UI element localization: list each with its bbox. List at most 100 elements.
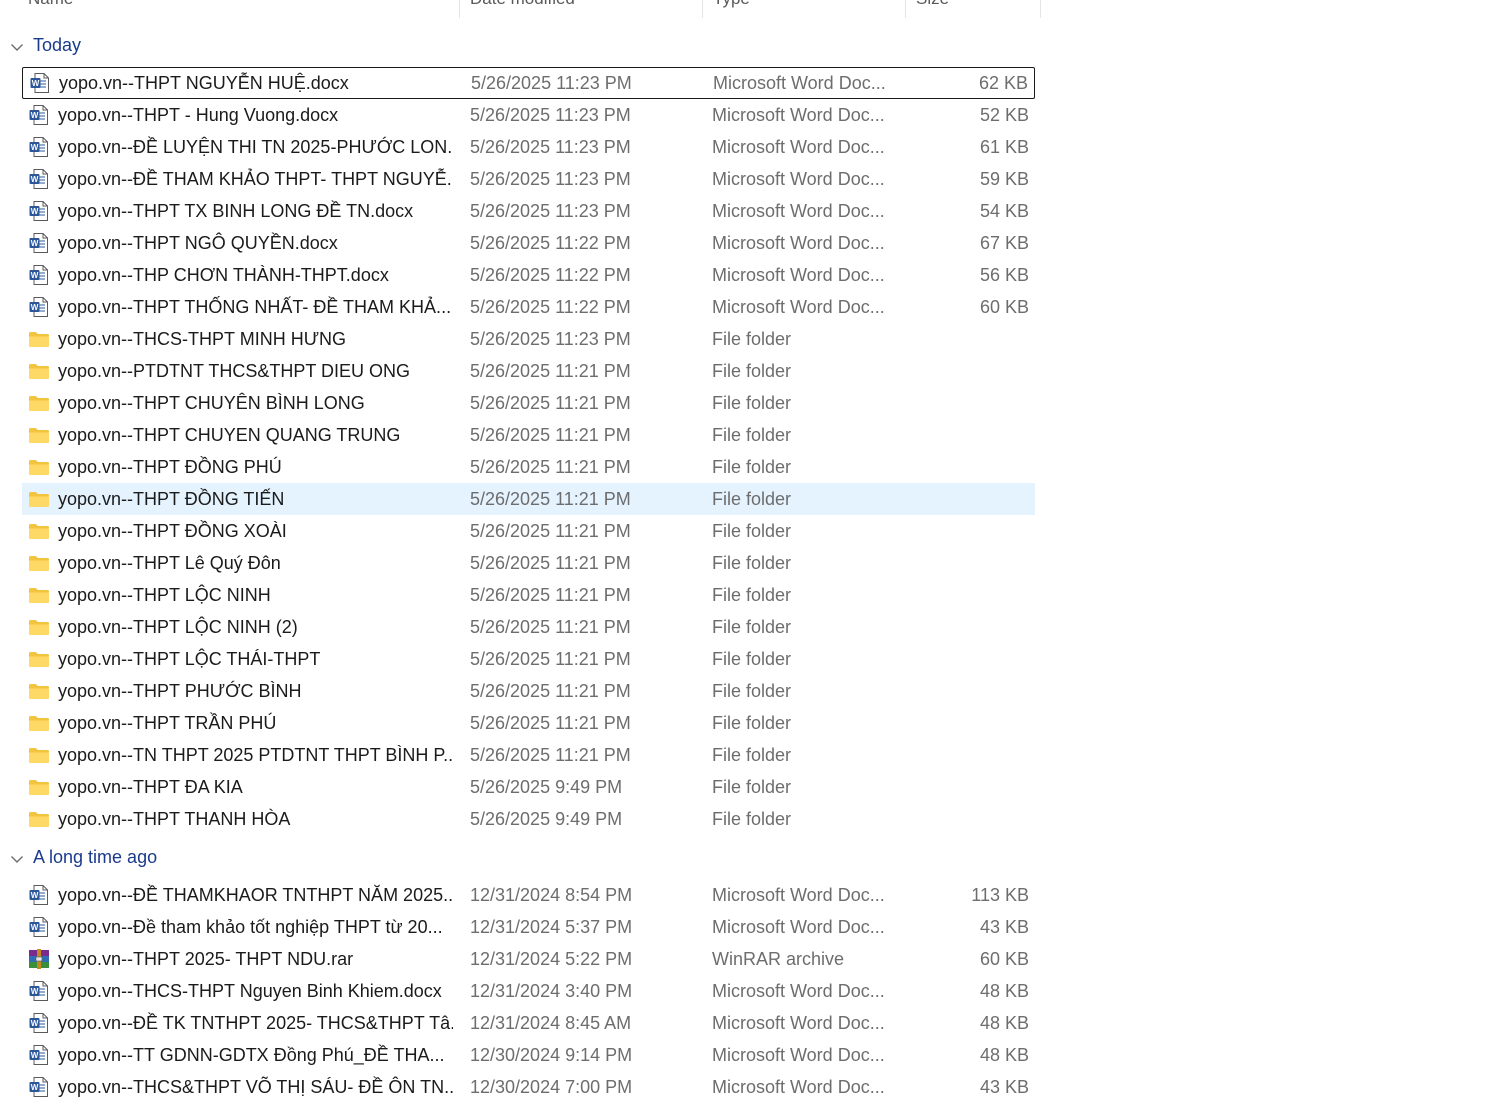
word-doc-icon: W [28, 1076, 50, 1098]
column-header: Name Date modified Type Size [0, 0, 1041, 18]
chevron-down-icon[interactable] [10, 33, 26, 59]
file-type: Microsoft Word Doc... [712, 297, 885, 317]
file-row[interactable]: yopo.vn--THPT PHƯỚC BÌNH 5/26/2025 11:21 … [22, 675, 1035, 707]
file-date-modified: 5/26/2025 9:49 PM [470, 809, 623, 829]
file-row[interactable]: Wyopo.vn--Đề tham khảo tốt nghiệp THPT t… [22, 911, 1035, 943]
column-size-header[interactable]: Size [906, 0, 1040, 18]
file-type: Microsoft Word Doc... [712, 885, 885, 905]
file-name: yopo.vn--THPT LỘC NINH (2) [58, 617, 298, 637]
word-doc-icon: W [28, 916, 50, 938]
file-size: 43 KB [979, 917, 1029, 937]
column-name-header[interactable]: Name [18, 0, 458, 18]
file-row[interactable]: yopo.vn--THPT 2025- THPT NDU.rar 12/31/20… [22, 943, 1035, 975]
file-row[interactable]: yopo.vn--THPT CHUYÊN BÌNH LONG 5/26/2025 … [22, 387, 1035, 419]
file-type: Microsoft Word Doc... [713, 73, 886, 93]
file-row[interactable]: Wyopo.vn--THCS&THPT VÕ THỊ SÁU- ĐỀ ÔN TN… [22, 1071, 1035, 1103]
file-date-modified: 5/26/2025 11:22 PM [470, 265, 631, 285]
file-row[interactable]: yopo.vn--THPT TRẦN PHÚ 5/26/2025 11:21 PM… [22, 707, 1035, 739]
file-name: yopo.vn--THCS-THPT Nguyen Binh Khiem.doc… [58, 981, 442, 1001]
file-size: 56 KB [979, 265, 1029, 285]
winrar-icon [28, 948, 50, 970]
file-date-modified: 12/31/2024 8:45 AM [470, 1013, 632, 1033]
file-row[interactable]: Wyopo.vn--ĐỀ TK TNTHPT 2025- THCS&THPT T… [22, 1007, 1035, 1039]
file-row[interactable]: Wyopo.vn--ĐỀ THAM KHẢO THPT- THPT NGUYỄ.… [22, 163, 1035, 195]
file-name: yopo.vn--TT GDNN-GDTX Đồng Phú_ĐỀ THA... [58, 1045, 445, 1065]
word-doc-icon: W [28, 980, 50, 1002]
file-date-modified: 5/26/2025 11:23 PM [470, 169, 631, 189]
file-row[interactable]: yopo.vn--TN THPT 2025 PTDTNT THPT BÌNH P… [22, 739, 1035, 771]
file-type: WinRAR archive [712, 949, 845, 969]
file-date-modified: 5/26/2025 11:21 PM [470, 425, 631, 445]
file-name: yopo.vn--THPT TRẦN PHÚ [58, 713, 277, 733]
file-row[interactable]: Wyopo.vn--THPT TX BINH LONG ĐỀ TN.docx 5/… [22, 195, 1035, 227]
file-size: 43 KB [979, 1077, 1029, 1097]
file-row[interactable]: Wyopo.vn--TT GDNN-GDTX Đồng Phú_ĐỀ THA..… [22, 1039, 1035, 1071]
file-row[interactable]: yopo.vn--PTDTNT THCS&THPT DIEU ONG 5/26/2… [22, 355, 1035, 387]
column-divider[interactable] [1040, 0, 1041, 18]
folder-icon [28, 808, 50, 830]
file-row[interactable]: Wyopo.vn--THPT NGUYỄN HUỆ.docx 5/26/2025 … [22, 67, 1035, 99]
file-row[interactable]: yopo.vn--THPT THANH HÒA 5/26/2025 9:49 PM… [22, 803, 1035, 835]
folder-icon [28, 680, 50, 702]
group-header[interactable]: A long time ago [10, 844, 157, 870]
folder-icon [28, 584, 50, 606]
file-name: yopo.vn--ĐỀ TK TNTHPT 2025- THCS&THPT Tâ… [58, 1013, 453, 1033]
file-date-modified: 5/26/2025 9:49 PM [470, 777, 623, 797]
word-doc-icon: W [28, 884, 50, 906]
file-name: yopo.vn--THPT NGÔ QUYỀN.docx [58, 233, 338, 253]
group-label: Today [33, 35, 82, 55]
file-row[interactable]: yopo.vn--THCS-THPT MINH HƯNG 5/26/2025 11… [22, 323, 1035, 355]
column-date-header[interactable]: Date modified [460, 0, 702, 18]
svg-text:W: W [31, 271, 39, 280]
file-row[interactable]: yopo.vn--THPT Lê Quý Đôn 5/26/2025 11:21 … [22, 547, 1035, 579]
file-date-modified: 5/26/2025 11:21 PM [470, 553, 631, 573]
file-size: 52 KB [979, 105, 1029, 125]
file-name: yopo.vn--ĐỀ LUYỆN THI TN 2025-PHƯỚC LON.… [58, 137, 453, 157]
file-type: File folder [712, 681, 792, 701]
file-row[interactable]: yopo.vn--THPT ĐỒNG PHÚ 5/26/2025 11:21 PM… [22, 451, 1035, 483]
file-row[interactable]: yopo.vn--THPT ĐỒNG XOÀI 5/26/2025 11:21 P… [22, 515, 1035, 547]
file-row[interactable]: Wyopo.vn--THPT THỐNG NHẤT- ĐỀ THAM KHẢ..… [22, 291, 1035, 323]
file-row[interactable]: Wyopo.vn--THPT NGÔ QUYỀN.docx 5/26/2025 1… [22, 227, 1035, 259]
file-row[interactable]: yopo.vn--THPT LỘC THÁI-THPT 5/26/2025 11:… [22, 643, 1035, 675]
folder-icon [28, 424, 50, 446]
file-date-modified: 12/30/2024 9:14 PM [470, 1045, 633, 1065]
group-header[interactable]: Today [10, 32, 81, 58]
file-date-modified: 12/31/2024 5:37 PM [470, 917, 633, 937]
file-date-modified: 5/26/2025 11:21 PM [470, 457, 631, 477]
file-date-modified: 5/26/2025 11:22 PM [470, 233, 631, 253]
chevron-down-icon[interactable] [10, 845, 26, 871]
file-row[interactable]: yopo.vn--THPT ĐA KIA 5/26/2025 9:49 PM Fil… [22, 771, 1035, 803]
file-row[interactable]: yopo.vn--THPT LỘC NINH (2) 5/26/2025 11:2… [22, 611, 1035, 643]
column-type-label: Type [713, 0, 750, 8]
file-type: Microsoft Word Doc... [712, 917, 885, 937]
file-date-modified: 5/26/2025 11:21 PM [470, 585, 631, 605]
file-size: 48 KB [979, 981, 1029, 1001]
svg-text:W: W [31, 207, 39, 216]
file-name: yopo.vn--Đề tham khảo tốt nghiệp THPT từ… [58, 917, 443, 937]
svg-text:W: W [31, 111, 39, 120]
file-size: 59 KB [979, 169, 1029, 189]
file-date-modified: 5/26/2025 11:21 PM [470, 745, 631, 765]
file-name: yopo.vn--THCS-THPT MINH HƯNG [58, 329, 347, 349]
file-row[interactable]: Wyopo.vn--THPT - Hung Vuong.docx 5/26/202… [22, 99, 1035, 131]
file-row[interactable]: yopo.vn--THPT LỘC NINH 5/26/2025 11:21 PM… [22, 579, 1035, 611]
column-size-label: Size [916, 0, 949, 8]
file-name: yopo.vn--ĐỀ THAM KHẢO THPT- THPT NGUYỄ..… [58, 169, 453, 189]
file-row[interactable]: yopo.vn--THPT ĐỒNG TIẾN 5/26/2025 11:21 P… [22, 483, 1035, 515]
svg-text:W: W [31, 1051, 39, 1060]
file-row[interactable]: Wyopo.vn--THCS-THPT Nguyen Binh Khiem.do… [22, 975, 1035, 1007]
folder-icon [28, 712, 50, 734]
file-name: yopo.vn--THPT CHUYEN QUANG TRUNG [58, 425, 401, 445]
column-type-header[interactable]: Type [703, 0, 905, 18]
file-row[interactable]: Wyopo.vn--ĐỀ THAMKHAOR TNTHPT NĂM 2025..… [22, 879, 1035, 911]
svg-text:W: W [31, 1083, 39, 1092]
file-row[interactable]: Wyopo.vn--THP CHƠN THÀNH-THPT.docx 5/26/2… [22, 259, 1035, 291]
folder-icon [28, 616, 50, 638]
file-row[interactable]: yopo.vn--THPT CHUYEN QUANG TRUNG 5/26/202… [22, 419, 1035, 451]
file-row[interactable]: Wyopo.vn--ĐỀ LUYỆN THI TN 2025-PHƯỚC LON… [22, 131, 1035, 163]
svg-text:W: W [31, 303, 39, 312]
file-date-modified: 5/26/2025 11:21 PM [470, 649, 631, 669]
file-date-modified: 5/26/2025 11:22 PM [470, 297, 631, 317]
word-doc-icon: W [28, 1044, 50, 1066]
